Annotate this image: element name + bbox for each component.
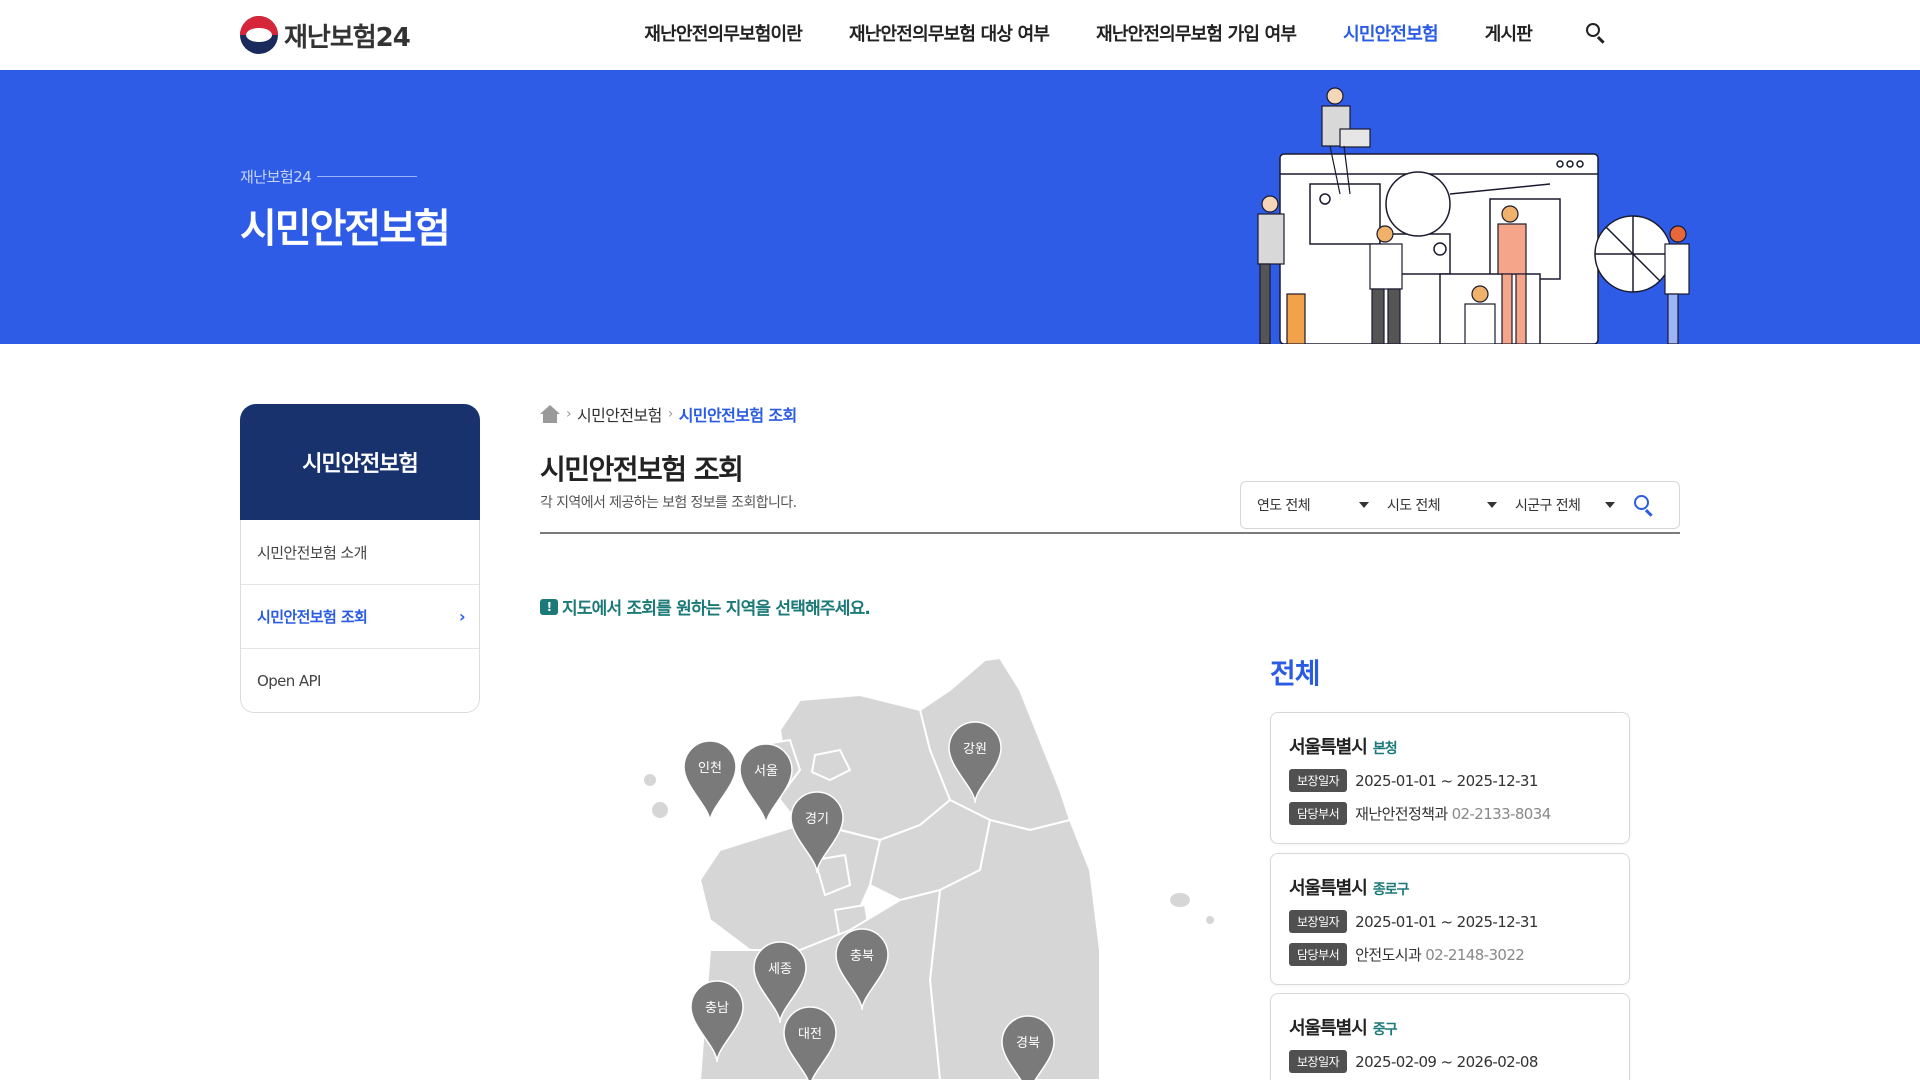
site-header: 재난보험24 재난안전의무보험이란 재난안전의무보험 대상 여부 재난안전의무보… bbox=[0, 0, 1920, 70]
divider bbox=[540, 532, 1680, 534]
card-district: 중구 bbox=[1372, 1022, 1398, 1038]
caret-down-icon bbox=[1359, 502, 1369, 508]
card-city: 서울특별시 bbox=[1289, 1018, 1368, 1039]
logo-text: 재난보험24 bbox=[284, 22, 411, 53]
hero-subtitle-text: 재난보험24 bbox=[240, 168, 312, 186]
card-title: 서울특별시 중구 bbox=[1289, 1014, 1611, 1040]
card-period-row: 보장일자 2025-02-09 ~ 2026-02-08 bbox=[1289, 1050, 1611, 1073]
dept-badge: 담당부서 bbox=[1289, 943, 1348, 966]
hero-banner: 재난보험24 시민안전보험 bbox=[0, 70, 1920, 344]
marker-label: 경기 bbox=[805, 812, 829, 827]
result-card[interactable]: 서울특별시 본청 보장일자 2025-01-01 ~ 2025-12-31 담당… bbox=[1270, 712, 1630, 844]
sidebar-item-label: Open API bbox=[257, 671, 321, 690]
period-badge: 보장일자 bbox=[1289, 1050, 1348, 1073]
result-card[interactable]: 서울특별시 종로구 보장일자 2025-01-01 ~ 2025-12-31 담… bbox=[1270, 853, 1630, 985]
card-dept-row: 담당부서 안전도시과 02-2148-3022 bbox=[1289, 943, 1611, 966]
marker-label: 경북 bbox=[1016, 1036, 1040, 1051]
card-title: 서울특별시 종로구 bbox=[1289, 874, 1611, 900]
page-description: 각 지역에서 제공하는 보험 정보를 조회합니다. bbox=[540, 495, 797, 511]
card-period-row: 보장일자 2025-01-01 ~ 2025-12-31 bbox=[1289, 769, 1611, 792]
exclamation-icon: ! bbox=[540, 598, 558, 615]
card-dept-row: 담당부서 재난안전정책과 02-2133-8034 bbox=[1289, 802, 1611, 825]
year-select[interactable]: 연도 전체 bbox=[1257, 495, 1369, 515]
marker-label: 강원 bbox=[963, 742, 987, 757]
card-dept: 재난안전정책과 bbox=[1355, 805, 1448, 823]
sidebar-item-lookup[interactable]: 시민안전보험 조회 › bbox=[241, 584, 479, 648]
card-period-row: 보장일자 2025-01-01 ~ 2025-12-31 bbox=[1289, 910, 1611, 933]
home-icon[interactable] bbox=[540, 405, 560, 423]
sidebar-item-open-api[interactable]: Open API bbox=[241, 648, 479, 712]
breadcrumb-current: 시민안전보험 조회 bbox=[678, 406, 798, 425]
period-badge: 보장일자 bbox=[1289, 769, 1348, 792]
breadcrumb-item[interactable]: 시민안전보험 bbox=[577, 402, 662, 426]
page-title: 시민안전보험 조회 bbox=[540, 453, 744, 486]
card-district: 종로구 bbox=[1372, 882, 1410, 898]
card-period: 2025-01-01 ~ 2025-12-31 bbox=[1355, 912, 1538, 931]
card-city: 서울특별시 bbox=[1289, 737, 1368, 758]
main-nav: 재난안전의무보험이란 재난안전의무보험 대상 여부 재난안전의무보험 가입 여부… bbox=[597, 20, 1608, 46]
marker-label: 충남 bbox=[705, 1001, 729, 1016]
nav-item-citizen-insurance[interactable]: 시민안전보험 bbox=[1343, 20, 1438, 46]
taegeuk-logo-icon bbox=[240, 16, 278, 54]
card-city: 서울특별시 bbox=[1289, 878, 1368, 899]
marker-label: 인천 bbox=[698, 761, 722, 776]
filter-search-icon[interactable] bbox=[1633, 494, 1655, 517]
hero-illustration bbox=[1257, 87, 1690, 344]
map-marker-seoul: 서울 bbox=[739, 743, 793, 826]
main-content: › 시민안전보험 › 시민안전보험 조회 시민안전보험 조회 각 지역에서 제공… bbox=[540, 402, 1680, 619]
nav-item-board[interactable]: 게시판 bbox=[1485, 20, 1533, 46]
chevron-right-icon: › bbox=[566, 406, 572, 422]
dept-badge: 담당부서 bbox=[1289, 802, 1348, 825]
sidebar-title: 시민안전보험 bbox=[240, 404, 480, 520]
breadcrumb: › 시민안전보험 › 시민안전보험 조회 bbox=[540, 402, 1680, 426]
card-phone: 02-2133-8034 bbox=[1451, 804, 1552, 823]
map-notice: ! 지도에서 조회를 원하는 지역을 선택해주세요. bbox=[540, 594, 871, 619]
marker-label: 서울 bbox=[754, 764, 778, 779]
hero-title: 시민안전보험 bbox=[240, 206, 451, 252]
card-period: 2025-01-01 ~ 2025-12-31 bbox=[1355, 771, 1538, 790]
caret-down-icon bbox=[1487, 502, 1497, 508]
year-select-value: 연도 전체 bbox=[1257, 498, 1311, 514]
map-notice-text: 지도에서 조회를 원하는 지역을 선택해주세요. bbox=[562, 599, 871, 619]
period-badge: 보장일자 bbox=[1289, 910, 1348, 933]
filter-bar: 연도 전체 시도 전체 시군구 전체 bbox=[1240, 481, 1680, 529]
sido-select-value: 시도 전체 bbox=[1387, 498, 1441, 514]
sigungu-select-value: 시군구 전체 bbox=[1515, 498, 1581, 514]
nav-item-eligibility[interactable]: 재난안전의무보험 대상 여부 bbox=[849, 20, 1050, 46]
sidebar-item-label: 시민안전보험 조회 bbox=[257, 608, 368, 626]
card-phone: 02-2148-3022 bbox=[1425, 945, 1525, 964]
site-logo[interactable]: 재난보험24 bbox=[240, 16, 411, 54]
chevron-right-icon: › bbox=[667, 406, 674, 422]
card-period: 2025-02-09 ~ 2026-02-08 bbox=[1355, 1052, 1538, 1071]
result-title: 전체 bbox=[1270, 657, 1321, 690]
card-dept: 안전도시과 bbox=[1355, 946, 1422, 964]
nav-item-about[interactable]: 재난안전의무보험이란 bbox=[644, 20, 802, 46]
marker-label: 대전 bbox=[798, 1027, 822, 1042]
nav-item-enrollment[interactable]: 재난안전의무보험 가입 여부 bbox=[1096, 20, 1297, 46]
search-icon[interactable] bbox=[1584, 21, 1608, 45]
sido-select[interactable]: 시도 전체 bbox=[1387, 495, 1497, 515]
hero-subtitle: 재난보험24 bbox=[240, 166, 418, 187]
sidebar: 시민안전보험 시민안전보험 소개 시민안전보험 조회 › Open API bbox=[240, 404, 480, 713]
chevron-right-icon: › bbox=[459, 607, 466, 626]
sidebar-menu: 시민안전보험 소개 시민안전보험 조회 › Open API bbox=[240, 520, 480, 713]
caret-down-icon bbox=[1605, 502, 1615, 508]
sidebar-item-label: 시민안전보험 소개 bbox=[257, 543, 367, 562]
sidebar-item-intro[interactable]: 시민안전보험 소개 bbox=[241, 520, 479, 584]
card-title: 서울특별시 본청 bbox=[1289, 733, 1611, 759]
korea-map: 인천 서울 경기 강원 세종 충북 충남 대전 경북 bbox=[644, 656, 1214, 1080]
card-district: 본청 bbox=[1372, 741, 1398, 757]
marker-label: 충북 bbox=[850, 949, 874, 964]
result-card[interactable]: 서울특별시 중구 보장일자 2025-02-09 ~ 2026-02-08 bbox=[1270, 993, 1630, 1080]
marker-label: 세종 bbox=[768, 962, 792, 977]
sigungu-select[interactable]: 시군구 전체 bbox=[1515, 495, 1615, 515]
map-marker-incheon: 인천 bbox=[683, 740, 737, 823]
